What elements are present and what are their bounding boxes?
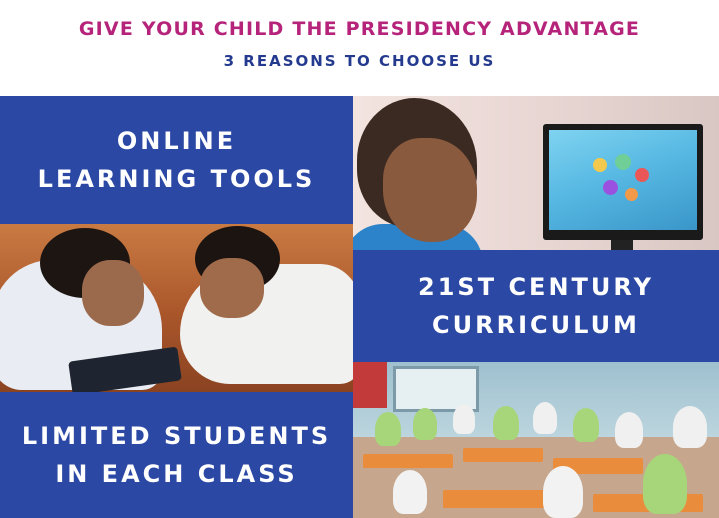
- page-header: GIVE YOUR CHILD THE PRESIDENCY ADVANTAGE…: [0, 0, 719, 96]
- photo-children-with-tablet: [0, 224, 353, 392]
- reason-label-line: IN EACH CLASS: [55, 460, 298, 488]
- reason-label: 21ST CENTURY CURRICULUM: [418, 268, 654, 344]
- reason-label: LIMITED STUDENTS IN EACH CLASS: [22, 417, 331, 493]
- reason-label-line: 21ST CENTURY: [418, 273, 654, 301]
- photo-classroom: [353, 362, 719, 518]
- reason-panel-limited-students: LIMITED STUDENTS IN EACH CLASS: [0, 392, 353, 518]
- page-headline: GIVE YOUR CHILD THE PRESIDENCY ADVANTAGE: [78, 18, 641, 40]
- reason-panel-online-learning: ONLINE LEARNING TOOLS: [0, 96, 353, 224]
- page-subheading: 3 REASONS TO CHOOSE US: [223, 52, 496, 70]
- photo-child-at-computer: [353, 96, 719, 250]
- reason-label: ONLINE LEARNING TOOLS: [38, 122, 316, 198]
- reason-label-line: CURRICULUM: [432, 311, 640, 339]
- reason-label-line: LEARNING TOOLS: [37, 165, 316, 193]
- reason-panel-curriculum: 21ST CENTURY CURRICULUM: [353, 250, 719, 362]
- reason-label-line: ONLINE: [116, 127, 237, 155]
- reason-label-line: LIMITED STUDENTS: [21, 422, 332, 450]
